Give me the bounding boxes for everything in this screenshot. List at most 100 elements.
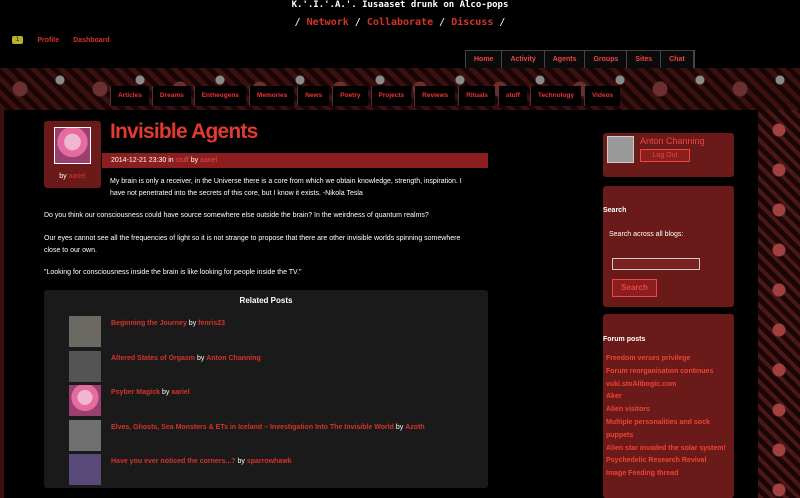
author-link[interactable]: aariel <box>171 389 189 396</box>
category-navigation: Articles Dreams Entheogens Memories News… <box>110 86 623 106</box>
author-link[interactable]: Azoth <box>405 424 424 431</box>
nav-sites[interactable]: Sites <box>627 51 662 69</box>
nav-groups[interactable]: Groups <box>585 51 628 69</box>
list-item: Have you ever noticed the corners...? by… <box>69 454 292 486</box>
nav-chat[interactable]: Chat <box>661 51 694 69</box>
by-label: by <box>190 157 199 164</box>
list-item: Freedom verses privilege <box>606 353 732 366</box>
avatar[interactable] <box>54 127 91 164</box>
cat-dreams[interactable]: Dreams <box>151 86 191 106</box>
related-post-link[interactable]: Altered States of Orgasm <box>111 355 195 362</box>
by-label: by <box>59 173 67 180</box>
cat-poetry[interactable]: Poetry <box>332 86 368 106</box>
search-widget-title: Search <box>603 207 627 214</box>
related-post-link[interactable]: Have you ever noticed the corners...? <box>111 458 236 465</box>
search-button[interactable]: Search <box>612 279 657 297</box>
search-input[interactable] <box>612 258 700 270</box>
link-separator: / <box>499 17 506 28</box>
related-post-link[interactable]: Beginning the Journey <box>111 320 187 327</box>
post-thumbnail[interactable] <box>69 316 101 347</box>
decorative-border-right <box>758 110 800 498</box>
forum-post-link[interactable]: Freedom verses privilege <box>606 355 690 362</box>
category-link[interactable]: stuff <box>176 157 189 164</box>
post-thumbnail[interactable] <box>69 385 101 416</box>
forum-post-link[interactable]: Aker <box>606 393 622 400</box>
cat-reviews[interactable]: Reviews <box>414 86 456 106</box>
post-meta: 2014-12-21 23:30 in stuff by aariel <box>102 153 488 168</box>
logout-button[interactable]: Log Out <box>640 149 690 162</box>
post-thumbnail[interactable] <box>69 420 101 451</box>
author-link[interactable]: aariel <box>69 173 86 180</box>
post-thumbnail[interactable] <box>69 351 101 382</box>
forum-post-link[interactable]: vuki.stoAlibogic.com <box>606 381 676 388</box>
author-link[interactable]: aariel <box>200 157 217 164</box>
list-item: Elves, Ghosts, Sea Monsters & ETs in Ice… <box>69 420 425 452</box>
forum-post-link[interactable]: Forum reorganisation continues <box>606 368 713 375</box>
by-label: by <box>196 355 205 362</box>
author-byline: by aariel <box>44 173 101 180</box>
by-label: by <box>237 458 245 465</box>
user-bar: 1 Profile Dashboard <box>12 34 110 46</box>
link-separator: / <box>439 17 446 28</box>
forum-post-link[interactable]: Multiple personalities and sock puppets <box>606 419 710 439</box>
post-paragraph: Do you think our consciousness could hav… <box>44 212 429 219</box>
link-separator: / <box>354 17 361 28</box>
forum-post-link[interactable]: Alien star invaded the solar system! <box>606 445 726 452</box>
cat-rituals[interactable]: Rituals <box>458 86 495 106</box>
by-label: by <box>188 320 197 327</box>
list-item: Psyber Magick by aariel <box>69 385 190 417</box>
cat-projects[interactable]: Projects <box>370 86 412 106</box>
list-item: Altered States of Orgasm by Anton Channi… <box>69 351 261 383</box>
search-widget: Search Search across all blogs: Search <box>603 186 734 307</box>
author-link[interactable]: Anton Channing <box>206 355 260 362</box>
post-paragraph: Our eyes cannot see all the frequencies … <box>44 235 461 254</box>
list-item: Aker <box>606 391 732 404</box>
list-item: Beginning the Journey by fenris23 <box>69 316 225 348</box>
related-post-link[interactable]: Elves, Ghosts, Sea Monsters & ETs in Ice… <box>111 424 394 431</box>
list-item: Alien visitors <box>606 404 732 417</box>
forum-widget-title: Forum posts <box>603 336 646 343</box>
avatar[interactable] <box>607 136 634 163</box>
nav-home[interactable]: Home <box>466 51 503 69</box>
collaborate-link[interactable]: Collaborate <box>367 17 433 28</box>
list-item: Image Feeding thread <box>606 468 732 481</box>
nav-agents[interactable]: Agents <box>544 51 586 69</box>
main-content: by aariel Invisible Agents 2014-12-21 23… <box>4 110 758 498</box>
discuss-link[interactable]: Discuss <box>451 17 493 28</box>
network-link[interactable]: Network <box>307 17 349 28</box>
forum-post-link[interactable]: Image Feeding thread <box>606 470 678 477</box>
forum-post-link[interactable]: Psychedelic Research Revival <box>606 457 706 464</box>
related-posts: Related Posts Beginning the Journey by f… <box>44 290 488 488</box>
search-description: Search across all blogs: <box>609 231 684 238</box>
author-link[interactable]: sparrowhawk <box>247 458 292 465</box>
cat-entheogens[interactable]: Entheogens <box>193 86 246 106</box>
post-title[interactable]: Invisible Agents <box>110 120 258 144</box>
cat-videos[interactable]: Videos <box>583 86 621 106</box>
profile-link[interactable]: Profile <box>37 37 59 44</box>
list-item: Psychedelic Research Revival <box>606 455 732 468</box>
forum-post-list: Freedom verses privilege Forum reorganis… <box>606 353 732 481</box>
post-date: 2014-12-21 23:30 <box>111 157 167 164</box>
forum-post-link[interactable]: Alien visitors <box>606 406 650 413</box>
post-thumbnail[interactable] <box>69 454 101 485</box>
in-label: in <box>168 157 174 164</box>
profile-name-link[interactable]: Anton Channing <box>640 136 705 146</box>
nav-activity[interactable]: Activity <box>502 51 545 69</box>
list-item: vuki.stoAlibogic.com <box>606 379 732 392</box>
author-link[interactable]: fenris23 <box>198 320 225 327</box>
dashboard-link[interactable]: Dashboard <box>73 37 110 44</box>
forum-widget: Forum posts Freedom verses privilege For… <box>603 314 734 498</box>
related-posts-title: Related Posts <box>239 296 293 305</box>
site-links: / Network / Collaborate / Discuss / <box>0 17 800 28</box>
related-post-link[interactable]: Psyber Magick <box>111 389 160 396</box>
by-label: by <box>395 424 404 431</box>
cat-technology[interactable]: Technology <box>529 86 581 106</box>
notification-badge[interactable]: 1 <box>12 36 24 44</box>
cat-memories[interactable]: Memories <box>248 86 295 106</box>
profile-widget: Anton Channing Log Out <box>603 133 734 177</box>
list-item: Forum reorganisation continues <box>606 366 732 379</box>
cat-stuff[interactable]: stuff <box>497 86 527 106</box>
list-item: Alien star invaded the solar system! <box>606 443 732 456</box>
cat-articles[interactable]: Articles <box>110 86 149 106</box>
cat-news[interactable]: News <box>297 86 330 106</box>
